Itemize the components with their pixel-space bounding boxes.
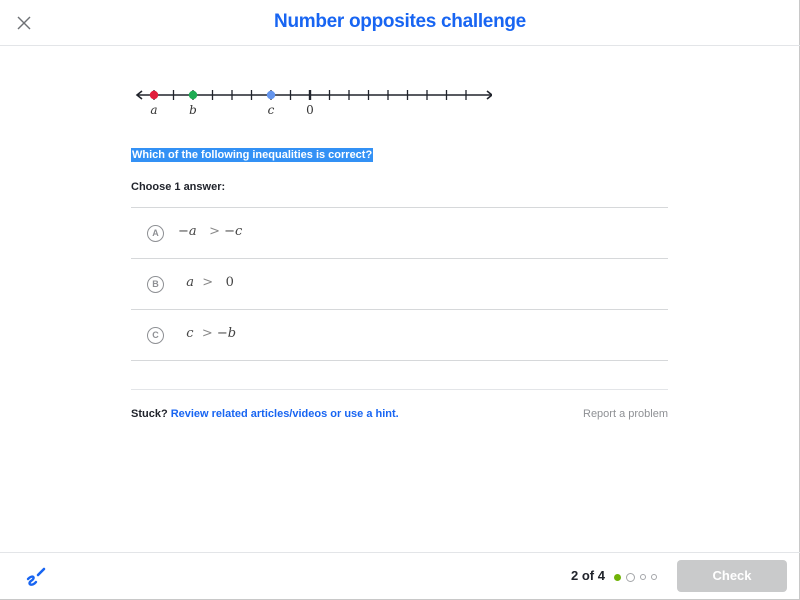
point-a <box>149 90 159 100</box>
expr-left: a <box>186 275 195 290</box>
scratchpad-icon <box>26 567 46 586</box>
choice-b[interactable]: B a > 0 <box>131 259 668 310</box>
point-c <box>266 90 276 100</box>
page-title: Number opposites challenge <box>274 11 526 32</box>
choice-letter-badge: C <box>147 327 164 344</box>
point-b <box>188 90 198 100</box>
choice-expression: c > −b <box>178 326 236 341</box>
expr-right: −b <box>216 326 237 341</box>
hint-link[interactable]: Review related articles/videos or use a … <box>171 408 399 420</box>
tick-label-zero: 0 <box>306 103 314 117</box>
choice-expression: a > 0 <box>178 275 234 290</box>
expr-right: −c <box>224 224 243 239</box>
point-label-c: c <box>268 103 275 117</box>
point-label-a: a <box>150 103 157 117</box>
expr-operator: > <box>201 326 213 341</box>
expr-right: 0 <box>225 275 234 290</box>
choice-letter-badge: B <box>147 276 164 293</box>
point-label-b: b <box>189 103 197 117</box>
stuck-label: Stuck? <box>131 408 168 420</box>
scratchpad-button[interactable] <box>24 566 48 588</box>
progress-dot-4 <box>651 574 657 580</box>
footer: 2 of 4 Check <box>0 552 800 600</box>
expr-operator: > <box>209 224 220 239</box>
expr-left: c <box>186 326 194 341</box>
check-button[interactable]: Check <box>677 560 787 592</box>
answer-choices: A −a > −c B a > 0 C c > −b <box>131 207 668 361</box>
answer-instruction: Choose 1 answer: <box>131 181 226 193</box>
expr-operator: > <box>202 275 214 290</box>
help-row: Stuck? Review related articles/videos or … <box>131 408 399 420</box>
progress-dot-1 <box>614 573 621 581</box>
progress-dot-2 <box>626 572 635 582</box>
progress-dots <box>614 572 657 582</box>
progress-counter: 2 of 4 <box>571 568 605 583</box>
header: Number opposites challenge <box>0 0 800 46</box>
progress-dot-3 <box>640 574 646 580</box>
choice-c[interactable]: C c > −b <box>131 310 668 361</box>
question-text: Which of the following inequalities is c… <box>131 148 374 162</box>
expr-left: −a <box>178 224 197 239</box>
choice-a[interactable]: A −a > −c <box>131 208 668 259</box>
choice-expression: −a > −c <box>178 224 242 239</box>
report-problem-link[interactable]: Report a problem <box>583 408 668 420</box>
number-line: 0 a b c <box>135 90 492 117</box>
choice-letter-badge: A <box>147 225 164 242</box>
section-divider <box>131 389 668 390</box>
